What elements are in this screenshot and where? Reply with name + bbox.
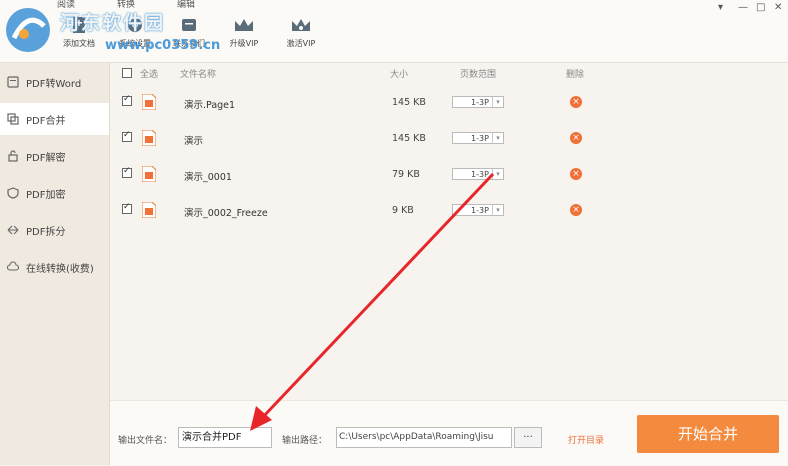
activate-vip-label: 激活VIP — [286, 39, 316, 48]
table-row: 演示_0002_Freeze 9 KB 1-3P▾ × — [110, 192, 788, 228]
chevron-down-icon: ▾ — [492, 97, 503, 107]
bottom-bar: 输出文件名： 演示合并PDF 输出路径： C:\Users\pc\AppData… — [110, 400, 788, 466]
sidebar-item-label: 在线转换(收费) — [26, 263, 94, 275]
file-name: 演示_0001 — [184, 172, 232, 183]
table-row: 演示_0001 79 KB 1-3P▾ × — [110, 156, 788, 192]
pdf-word-icon — [6, 75, 20, 89]
pdf-file-icon — [141, 201, 157, 219]
watermark: 河东软件园 www.pc0359.cn — [0, 0, 220, 61]
chevron-down-icon: ▾ — [492, 133, 503, 143]
sidebar-item-label: PDF合并 — [26, 115, 66, 127]
browse-button[interactable]: ··· — [514, 427, 542, 448]
sidebar-item-pdf-to-word[interactable]: PDF转Word — [0, 66, 109, 98]
row-checkbox[interactable] — [122, 130, 132, 142]
watermark-text: 河东软件园 — [60, 12, 166, 34]
merge-icon — [6, 112, 20, 126]
table-row: 演示 145 KB 1-3P▾ × — [110, 120, 788, 156]
file-size: 145 KB — [392, 97, 426, 108]
unlock-icon — [6, 149, 20, 163]
output-path-label: 输出路径： — [282, 436, 328, 446]
delete-row-button[interactable]: × — [570, 96, 582, 108]
cloud-icon — [6, 260, 20, 274]
header-page-range: 页数范围 — [460, 70, 497, 80]
maximize-button[interactable]: □ — [756, 2, 765, 13]
sidebar-item-online-convert[interactable]: 在线转换(收费) — [0, 251, 109, 283]
table-header: 全选 文件名称 大小 页数范围 删除 — [110, 63, 788, 83]
sidebar-item-label: PDF拆分 — [26, 226, 66, 238]
page-range-value: 1-3P — [471, 98, 489, 107]
top-toolbar: 阅读 转换 编辑 添加文档 系统设置 联系我们 升级VIP 激活VIP 河东软件… — [0, 0, 788, 63]
page-range-value: 1-3P — [471, 170, 489, 179]
header-delete: 删除 — [566, 70, 585, 80]
window-menu-button[interactable]: ▾ — [718, 2, 723, 13]
sidebar-item-pdf-split[interactable]: PDF拆分 — [0, 214, 109, 246]
page-range-value: 1-3P — [471, 134, 489, 143]
select-all-checkbox[interactable] — [122, 68, 132, 78]
file-name: 演示 — [184, 136, 204, 147]
chevron-down-icon: ▾ — [492, 205, 503, 215]
header-size: 大小 — [390, 70, 409, 80]
output-name-label: 输出文件名： — [118, 436, 173, 446]
pdf-file-icon — [141, 165, 157, 183]
sidebar-item-pdf-merge[interactable]: PDF合并 — [0, 103, 109, 135]
upgrade-vip-label: 升级VIP — [229, 39, 259, 48]
row-checkbox[interactable] — [122, 166, 132, 178]
sidebar-item-label: PDF解密 — [26, 152, 66, 164]
page-range-value: 1-3P — [471, 206, 489, 215]
sidebar-item-pdf-decrypt[interactable]: PDF解密 — [0, 140, 109, 172]
activate-vip-button[interactable]: 激活VIP — [276, 14, 326, 49]
output-path-input[interactable]: C:\Users\pc\AppData\Roaming\Jisu — [336, 427, 512, 448]
header-file-name: 文件名称 — [180, 70, 217, 80]
sidebar: PDF转Word PDF合并 PDF解密 PDF加密 PDF拆分 在线转换(收费… — [0, 63, 110, 465]
pdf-file-icon — [141, 129, 157, 147]
sidebar-item-pdf-encrypt[interactable]: PDF加密 — [0, 177, 109, 209]
delete-row-button[interactable]: × — [570, 204, 582, 216]
file-name: 演示.Page1 — [184, 100, 236, 111]
activate-crown-icon — [288, 14, 314, 36]
upgrade-vip-button[interactable]: 升级VIP — [219, 14, 269, 49]
sidebar-item-label: PDF加密 — [26, 189, 66, 201]
page-range-select[interactable]: 1-3P ▾ — [452, 204, 504, 216]
start-merge-button[interactable]: 开始合并 — [637, 415, 779, 453]
delete-row-button[interactable]: × — [570, 168, 582, 180]
shield-icon — [6, 186, 20, 200]
file-size: 9 KB — [392, 205, 414, 216]
header-select-all: 全选 — [140, 70, 159, 80]
table-row: 演示.Page1 145 KB 1-3P▾ × — [110, 84, 788, 120]
page-range-select[interactable]: 1-3P ▾ — [452, 168, 504, 180]
watermark-logo-icon — [2, 4, 56, 61]
sidebar-item-label: PDF转Word — [26, 78, 82, 90]
watermark-url: www.pc0359.cn — [105, 38, 221, 53]
close-button[interactable]: ✕ — [774, 2, 782, 13]
split-icon — [6, 223, 20, 237]
file-name: 演示_0002_Freeze — [184, 208, 268, 219]
minimize-button[interactable]: — — [738, 2, 748, 13]
crown-icon — [231, 14, 257, 36]
pdf-file-icon — [141, 93, 157, 111]
output-name-input[interactable]: 演示合并PDF — [178, 427, 272, 448]
page-range-select[interactable]: 1-3P ▾ — [452, 96, 504, 108]
delete-row-button[interactable]: × — [570, 132, 582, 144]
page-range-select[interactable]: 1-3P ▾ — [452, 132, 504, 144]
row-checkbox[interactable] — [122, 94, 132, 106]
file-size: 79 KB — [392, 169, 420, 180]
open-directory-link[interactable]: 打开目录 — [568, 433, 604, 446]
file-size: 145 KB — [392, 133, 426, 144]
row-checkbox[interactable] — [122, 202, 132, 214]
chevron-down-icon: ▾ — [492, 169, 503, 179]
